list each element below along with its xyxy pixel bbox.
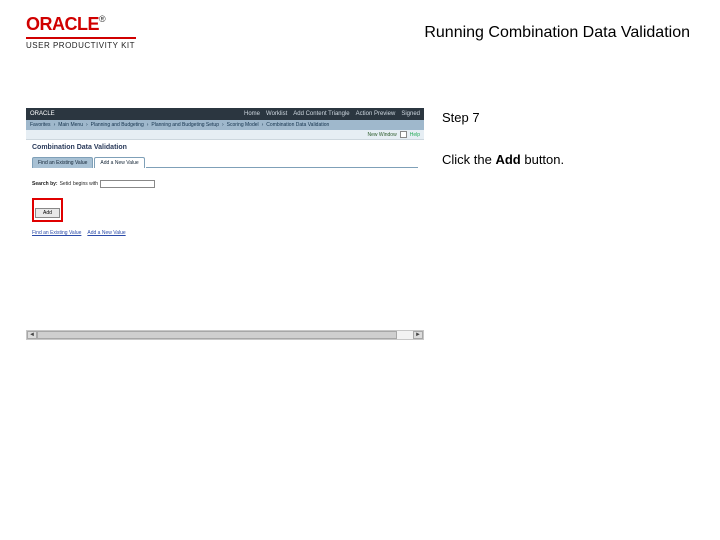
top-tab[interactable]: Signed [401, 111, 420, 117]
app-toolbar: New Window Help [26, 130, 424, 140]
crumb[interactable]: Main Menu [58, 122, 83, 128]
search-field-label: Setid [60, 181, 71, 187]
document-title: Running Combination Data Validation [424, 24, 690, 42]
app-top-tabs: Home Worklist Add Content Triangle Actio… [244, 111, 420, 117]
instruction-panel: Step 7 Click the Add button. [442, 108, 692, 169]
inner-tabbar: Find an Existing Value Add a New Value [32, 157, 418, 168]
search-input[interactable] [100, 180, 155, 188]
crumb[interactable]: Planning and Budgeting [91, 122, 144, 128]
crumb[interactable]: Scoring Model [227, 122, 259, 128]
link-add-new[interactable]: Add a New Value [87, 230, 125, 236]
link-find-existing[interactable]: Find an Existing Value [32, 230, 81, 236]
add-button[interactable]: Add [35, 208, 60, 218]
page-title: Combination Data Validation [32, 144, 418, 151]
instr-prefix: Click the [442, 152, 495, 167]
help-link[interactable]: Help [410, 132, 420, 138]
search-by-label: Search by: [32, 181, 58, 187]
app-logo: ORACLE [30, 111, 55, 117]
top-tab[interactable]: Home [244, 111, 260, 117]
top-tab[interactable]: Add Content Triangle [293, 111, 349, 117]
top-tab[interactable]: Worklist [266, 111, 287, 117]
scroll-right-icon[interactable]: ► [413, 331, 423, 339]
search-row: Search by: Setid begins with [32, 176, 418, 188]
embedded-screenshot: ORACLE Home Worklist Add Content Triangl… [26, 108, 424, 340]
bottom-links: Find an Existing Value Add a New Value [32, 230, 418, 236]
oracle-logo: ORACLE® [26, 14, 136, 35]
instr-bold: Add [495, 152, 520, 167]
help-icon[interactable] [400, 131, 407, 138]
add-button-highlight: Add [32, 198, 63, 222]
scroll-track[interactable] [37, 331, 413, 339]
brand-divider [26, 37, 136, 39]
new-window-link[interactable]: New Window [368, 132, 397, 138]
tab-find-existing[interactable]: Find an Existing Value [32, 157, 93, 168]
instr-suffix: button. [521, 152, 564, 167]
crumb[interactable]: Combination Data Validation [266, 122, 329, 128]
scroll-left-icon[interactable]: ◄ [27, 331, 37, 339]
search-operator: begins with [73, 181, 98, 187]
brand-block: ORACLE® USER PRODUCTIVITY KIT [26, 14, 136, 50]
instruction-text: Click the Add button. [442, 150, 692, 170]
crumb[interactable]: Favorites [30, 122, 51, 128]
tab-add-new[interactable]: Add a New Value [94, 157, 144, 168]
crumb[interactable]: Planning and Budgeting Setup [151, 122, 219, 128]
scroll-thumb[interactable] [37, 331, 397, 339]
app-header: ORACLE Home Worklist Add Content Triangl… [26, 108, 424, 120]
brand-subtitle: USER PRODUCTIVITY KIT [26, 41, 136, 50]
horizontal-scrollbar[interactable]: ◄ ► [26, 330, 424, 340]
breadcrumb: Favorites› Main Menu› Planning and Budge… [26, 120, 424, 130]
step-label: Step 7 [442, 108, 692, 128]
top-tab[interactable]: Action Preview [356, 111, 396, 117]
